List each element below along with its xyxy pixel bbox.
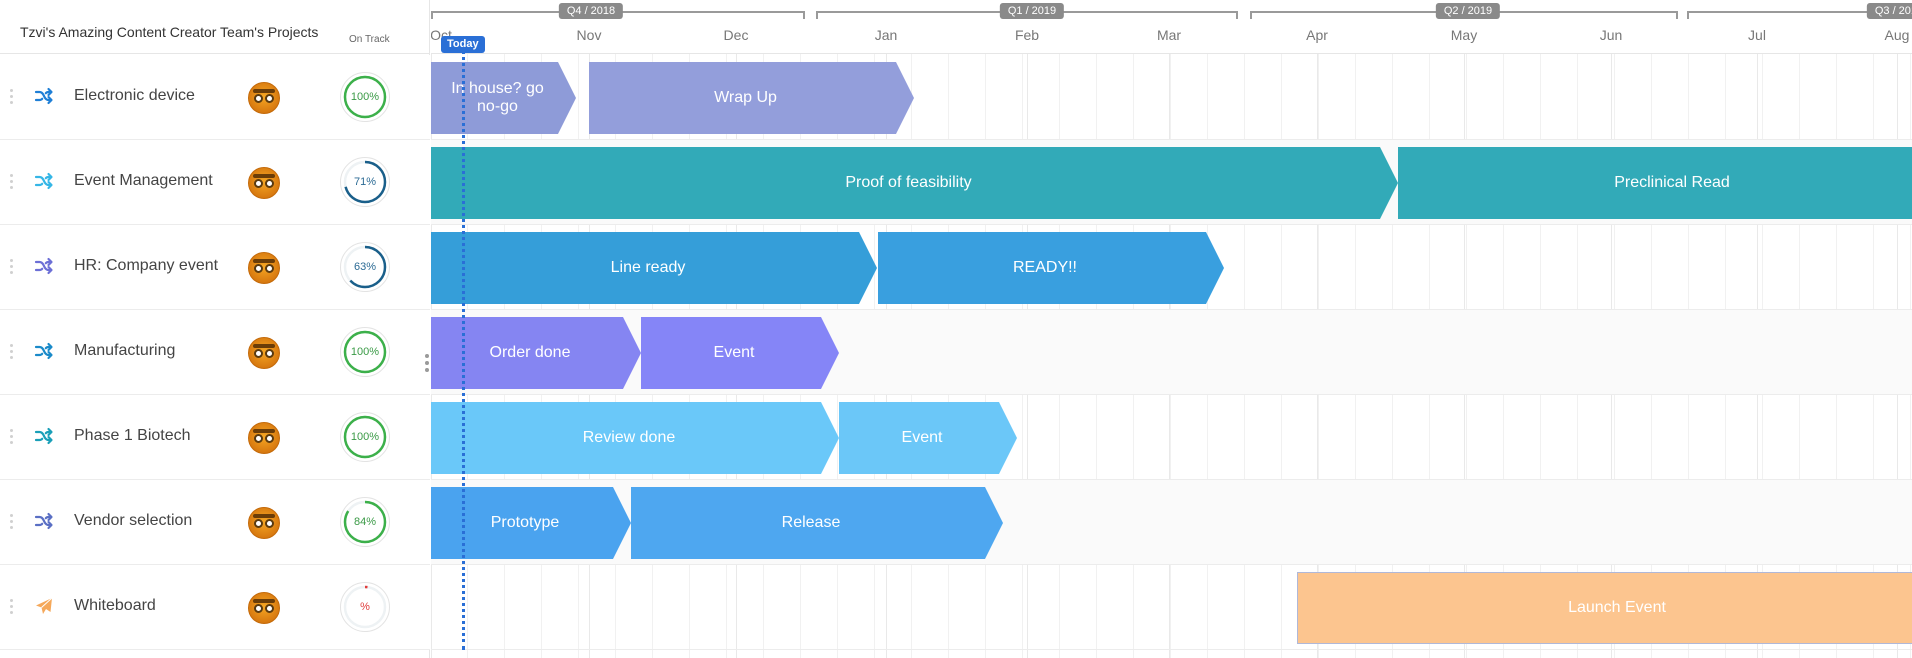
project-row[interactable]: Electronic device 100% (0, 55, 430, 140)
project-name[interactable]: Whiteboard (74, 597, 156, 615)
milestone-bar[interactable]: READY!! (878, 232, 1224, 304)
milestone-bar[interactable]: Preclinical Read (1398, 147, 1912, 219)
progress-percent: 100% (350, 431, 380, 443)
progress-ring[interactable]: 63% (340, 242, 390, 292)
month-label: Apr (1306, 27, 1328, 43)
owner-avatar[interactable] (248, 252, 280, 284)
month-label: Jul (1748, 27, 1766, 43)
drag-handle-icon[interactable] (10, 89, 14, 105)
drag-handle-icon[interactable] (10, 429, 14, 445)
month-label: Feb (1014, 27, 1040, 43)
progress-percent: % (360, 601, 370, 613)
month-label: Jan (874, 27, 898, 43)
milestone-bar[interactable]: Launch Event (1297, 572, 1912, 644)
progress-ring[interactable]: 100% (340, 327, 390, 377)
progress-ring[interactable]: 84% (340, 497, 390, 547)
drag-handle-icon[interactable] (10, 259, 14, 275)
project-row[interactable]: Event Management 71% (0, 140, 430, 225)
progress-percent: 84% (353, 516, 377, 528)
milestone-bar[interactable]: Review done (431, 402, 839, 474)
owner-avatar[interactable] (248, 167, 280, 199)
shuffle-icon (34, 256, 54, 276)
quarter-label: Q3 / 2019 (1866, 3, 1912, 19)
month-label: Aug (1884, 27, 1910, 43)
project-row[interactable]: Vendor selection 84% (0, 480, 430, 565)
month-label: May (1450, 27, 1478, 43)
progress-percent: 100% (350, 91, 380, 103)
quarter-label: Q2 / 2019 (1435, 3, 1501, 19)
project-row[interactable]: Manufacturing 100% (0, 310, 430, 395)
month-label: Jun (1599, 27, 1623, 43)
shuffle-icon (34, 511, 54, 531)
drag-handle-icon[interactable] (10, 599, 14, 615)
progress-ring[interactable]: 100% (340, 412, 390, 462)
owner-avatar[interactable] (248, 507, 280, 539)
today-badge: Today (441, 36, 485, 53)
month-label: Mar (1156, 27, 1182, 43)
shuffle-icon (34, 86, 54, 106)
milestone-bar[interactable]: Event (839, 402, 1017, 474)
drag-handle-icon[interactable] (10, 514, 14, 530)
drag-handle-icon[interactable] (10, 174, 14, 190)
paper-plane-icon (34, 596, 54, 616)
gantt-timeline[interactable]: Q4 / 2018 Q1 / 2019 Q2 / 2019 Q3 / 2019 … (431, 0, 1912, 658)
team-title: Tzvi's Amazing Content Creator Team's Pr… (20, 24, 319, 40)
project-row[interactable]: Phase 1 Biotech 100% (0, 395, 430, 480)
owner-avatar[interactable] (248, 82, 280, 114)
milestone-bar[interactable]: Line ready (431, 232, 877, 304)
milestone-bar[interactable]: Wrap Up (589, 62, 914, 134)
project-row[interactable]: HR: Company event 63% (0, 225, 430, 310)
progress-ring[interactable]: 100% (340, 72, 390, 122)
progress-percent: 100% (350, 346, 380, 358)
milestone-bar[interactable]: In house? go no-go (431, 62, 576, 134)
milestone-bar[interactable]: Event (641, 317, 839, 389)
status-column-header[interactable]: On Track (349, 34, 390, 45)
today-marker-line (462, 44, 465, 650)
project-list-header: Tzvi's Amazing Content Creator Team's Pr… (0, 0, 430, 54)
month-label: Dec (723, 27, 749, 43)
milestone-bar[interactable]: Release (631, 487, 1003, 559)
shuffle-icon (34, 426, 54, 446)
shuffle-icon (34, 341, 54, 361)
quarter-label: Q1 / 2019 (999, 3, 1065, 19)
shuffle-icon (34, 171, 54, 191)
timeline-header: Q4 / 2018 Q1 / 2019 Q2 / 2019 Q3 / 2019 … (431, 0, 1912, 54)
progress-ring[interactable]: 71% (340, 157, 390, 207)
panel-resize-handle[interactable] (425, 354, 429, 375)
progress-percent: 63% (353, 261, 377, 273)
project-name[interactable]: HR: Company event (74, 257, 218, 275)
milestone-bar[interactable]: Proof of feasibility (431, 147, 1398, 219)
project-name[interactable]: Phase 1 Biotech (74, 427, 191, 445)
month-label: Nov (576, 27, 602, 43)
project-name[interactable]: Vendor selection (74, 512, 192, 530)
progress-percent: 71% (353, 176, 377, 188)
project-list-panel: Tzvi's Amazing Content Creator Team's Pr… (0, 0, 430, 658)
drag-handle-icon[interactable] (10, 344, 14, 360)
owner-avatar[interactable] (248, 592, 280, 624)
project-name[interactable]: Event Management (74, 172, 213, 190)
project-name[interactable]: Electronic device (74, 87, 195, 105)
owner-avatar[interactable] (248, 337, 280, 369)
quarter-label: Q4 / 2018 (558, 3, 624, 19)
project-name[interactable]: Manufacturing (74, 342, 175, 360)
milestone-bar[interactable]: Prototype (431, 487, 631, 559)
progress-ring[interactable]: % (340, 582, 390, 632)
owner-avatar[interactable] (248, 422, 280, 454)
project-row[interactable]: Whiteboard% (0, 565, 430, 650)
